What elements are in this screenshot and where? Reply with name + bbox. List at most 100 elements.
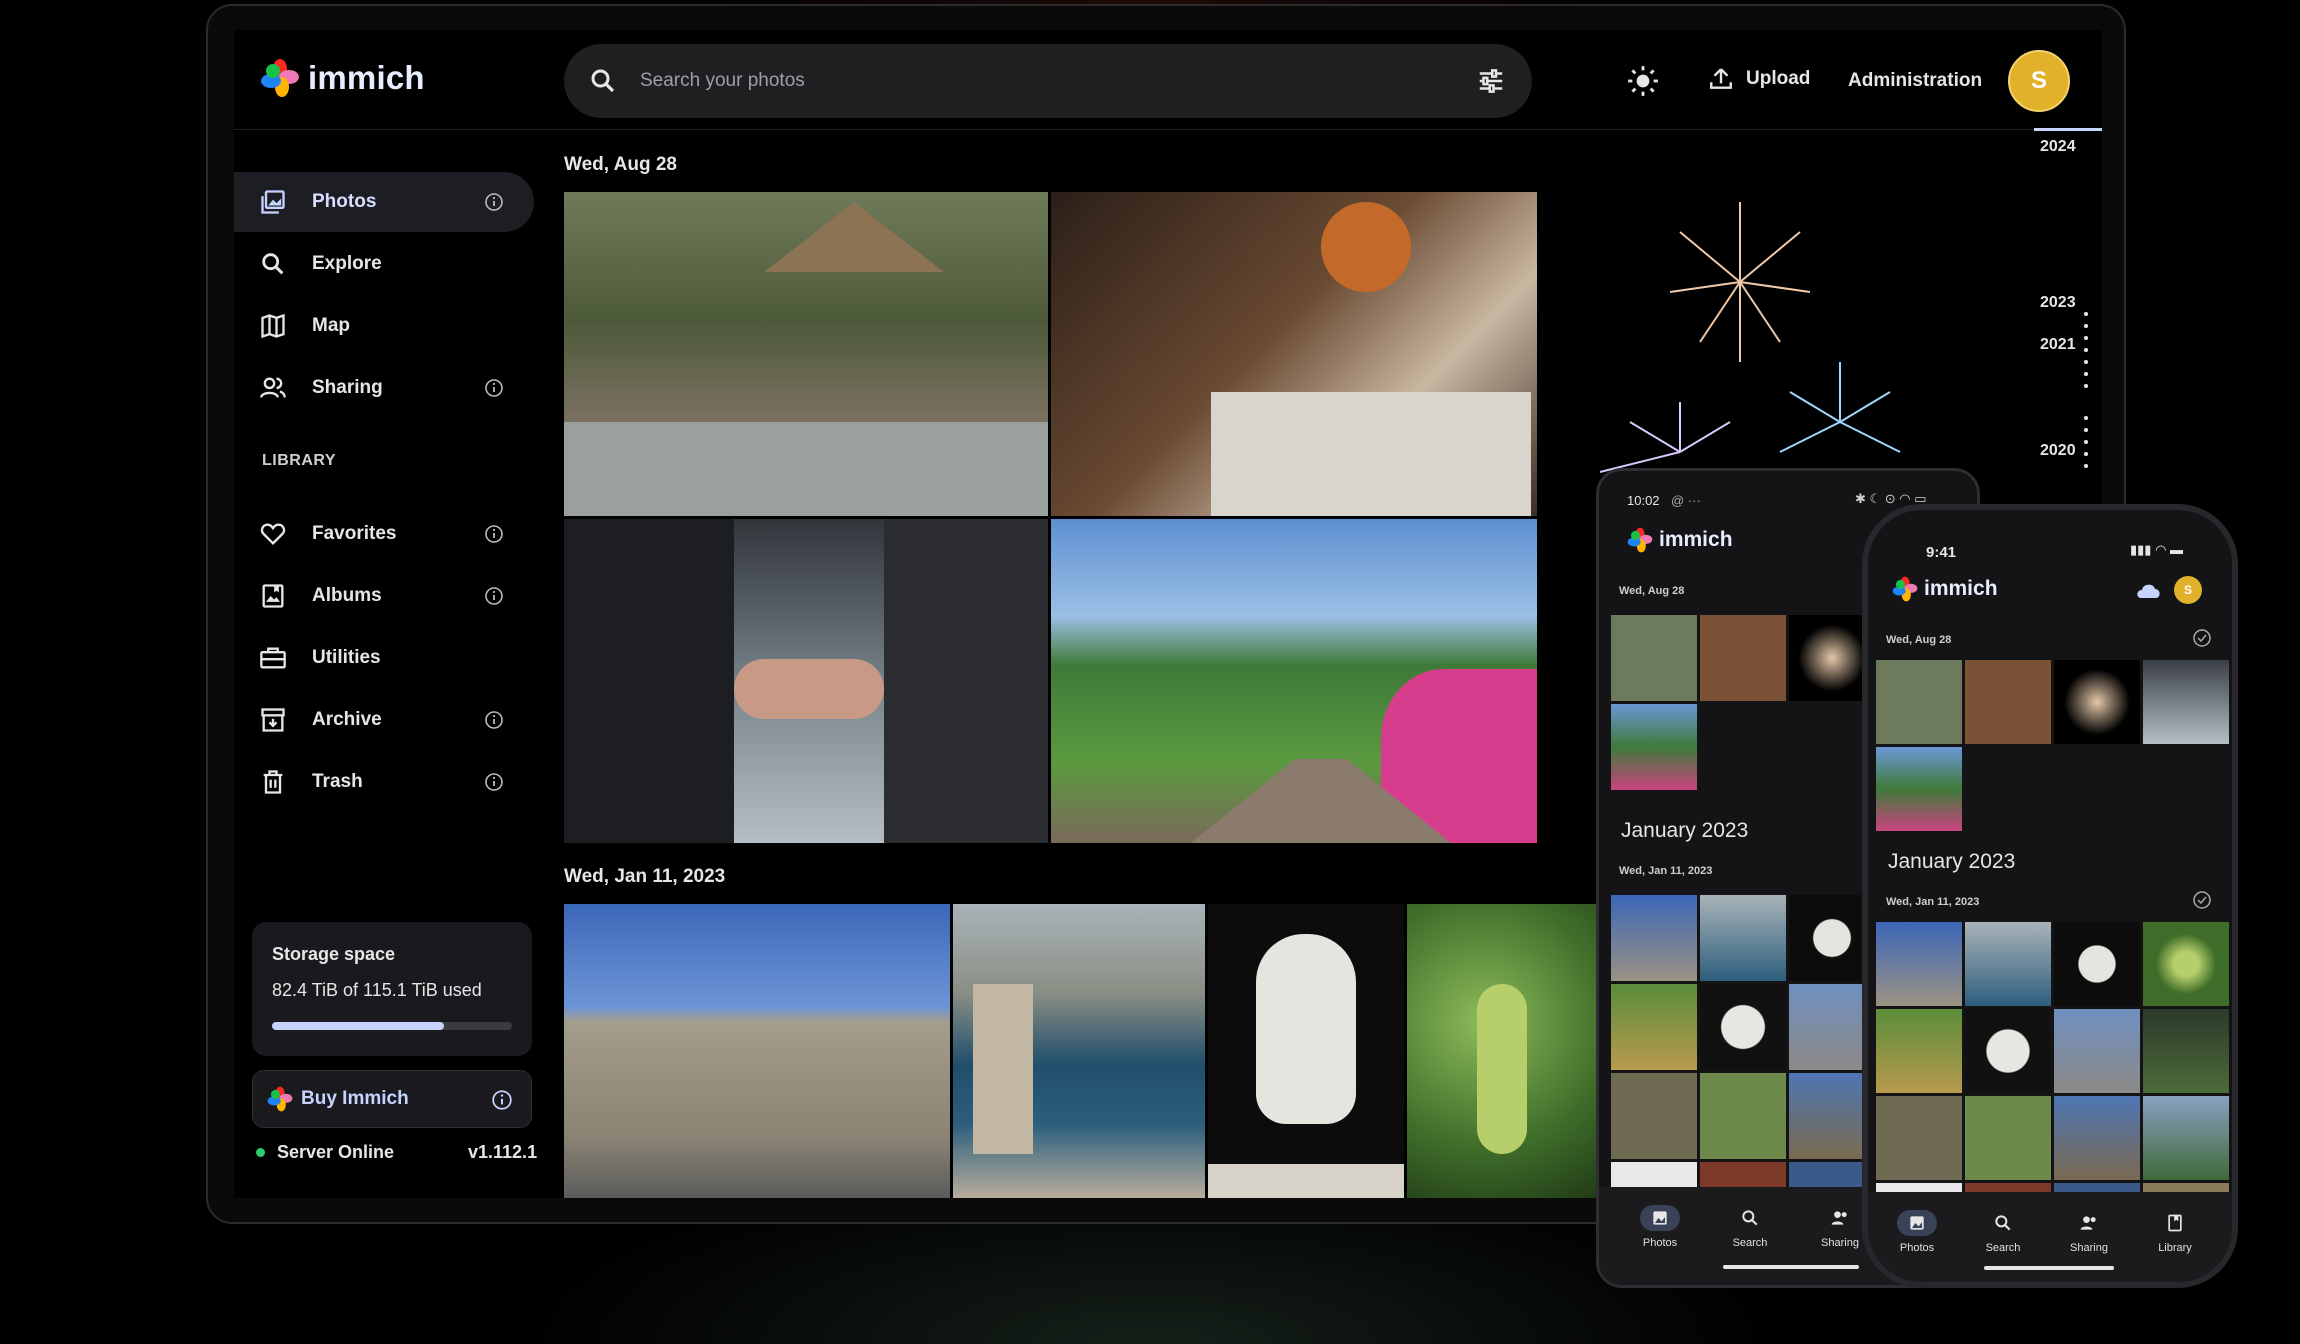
nav-search[interactable]: Search xyxy=(1968,1210,2038,1254)
photo-thumbnail[interactable] xyxy=(1611,895,1697,981)
info-icon[interactable] xyxy=(484,586,504,606)
photo-thumbnail[interactable] xyxy=(1700,984,1786,1070)
scrubber-year[interactable]: 2023 xyxy=(2040,294,2076,312)
info-icon[interactable] xyxy=(484,772,504,792)
photo-thumbnail[interactable] xyxy=(1965,660,2051,744)
sidebar-item-label: Explore xyxy=(312,253,382,274)
server-status-label: Server Online xyxy=(277,1142,395,1162)
photo-thumbnail[interactable] xyxy=(2054,1009,2140,1093)
photo-thumbnail[interactable] xyxy=(2054,660,2140,744)
archive-icon xyxy=(258,705,288,735)
cloud-backup-icon[interactable] xyxy=(2134,578,2164,602)
photo-thumbnail[interactable] xyxy=(1965,1009,2051,1093)
photo-sea-grapes[interactable] xyxy=(1407,904,1597,1198)
scrubber-indicator[interactable] xyxy=(2034,128,2102,131)
app-name: immich xyxy=(1924,577,1998,600)
info-icon[interactable] xyxy=(491,1089,513,1111)
nav-label: Library xyxy=(2158,1242,2192,1254)
nav-search[interactable]: Search xyxy=(1715,1205,1785,1249)
nav-library[interactable]: Library xyxy=(2140,1210,2210,1254)
photo-thumbnail[interactable] xyxy=(1876,660,1962,744)
nav-photos[interactable]: Photos xyxy=(1625,1205,1695,1249)
select-group-icon[interactable] xyxy=(2192,628,2212,648)
theme-toggle-icon[interactable] xyxy=(1626,64,1660,98)
sidebar-item-archive[interactable]: Archive xyxy=(234,690,534,750)
heart-icon xyxy=(258,519,288,549)
photo-thumbnail[interactable] xyxy=(2143,660,2229,744)
sidebar-item-label: Sharing xyxy=(312,377,383,398)
photo-thumbnail[interactable] xyxy=(2054,922,2140,1006)
server-version: v1.112.1 xyxy=(468,1142,538,1162)
date-group-heading: Wed, Aug 28 xyxy=(564,154,677,175)
month-heading: January 2023 xyxy=(1888,850,2016,873)
search-input[interactable] xyxy=(638,69,1442,93)
sidebar-item-favorites[interactable]: Favorites xyxy=(234,504,534,564)
info-icon[interactable] xyxy=(484,192,504,212)
photo-thumbnail[interactable] xyxy=(1876,922,1962,1006)
nav-photos[interactable]: Photos xyxy=(1882,1210,1952,1254)
avatar[interactable]: S xyxy=(2008,50,2070,112)
sidebar-item-explore[interactable]: Explore xyxy=(234,234,534,294)
photo-thumbnail[interactable] xyxy=(1965,1096,2051,1180)
nav-sharing[interactable]: Sharing xyxy=(2054,1210,2124,1254)
photo-thumbnail[interactable] xyxy=(1876,1009,1962,1093)
storage-title: Storage space xyxy=(272,944,396,964)
administration-link[interactable]: Administration xyxy=(1848,70,1982,92)
search-icon xyxy=(1730,1205,1770,1231)
date-group-heading: Wed, Jan 11, 2023 xyxy=(564,866,726,887)
photo-thumbnail[interactable] xyxy=(1700,895,1786,981)
immich-logo-icon xyxy=(1627,527,1653,553)
nav-label: Photos xyxy=(1642,1237,1678,1249)
scrubber-year[interactable]: 2021 xyxy=(2040,336,2076,354)
sidebar-item-map[interactable]: Map xyxy=(234,296,534,356)
sidebar-item-albums[interactable]: Albums xyxy=(234,566,534,626)
sidebar-item-utilities[interactable]: Utilities xyxy=(234,628,534,688)
select-group-icon[interactable] xyxy=(2192,890,2212,910)
photo-thumbnail[interactable] xyxy=(1611,704,1697,790)
scrubber-year[interactable]: 2024 xyxy=(2040,138,2076,156)
search-bar[interactable] xyxy=(564,44,1532,118)
upload-button[interactable]: Upload xyxy=(1708,66,1810,92)
app-logo[interactable]: immich xyxy=(260,58,425,98)
photo-thumbnail[interactable] xyxy=(2143,922,2229,1006)
search-icon xyxy=(591,69,615,93)
sidebar-item-photos[interactable]: Photos xyxy=(234,172,534,232)
sidebar-item-trash[interactable]: Trash xyxy=(234,752,534,812)
info-icon[interactable] xyxy=(484,378,504,398)
photo-thumbnail[interactable] xyxy=(1611,615,1697,701)
date-group-heading: Wed, Jan 11, 2023 xyxy=(1886,896,1980,908)
photo-thumbnail[interactable] xyxy=(1611,984,1697,1070)
photos-icon xyxy=(1897,1210,1937,1236)
photo-fortress-wall[interactable] xyxy=(564,904,950,1198)
photo-coastal-tower[interactable] xyxy=(953,904,1205,1198)
app-logo: immich xyxy=(1892,576,1998,602)
sidebar-item-label: Albums xyxy=(312,585,382,606)
photo-dinner-table[interactable] xyxy=(1051,192,1537,516)
people-icon xyxy=(258,373,288,403)
photo-thumbnail[interactable] xyxy=(1876,1096,1962,1180)
photo-thumbnail[interactable] xyxy=(1700,615,1786,701)
photo-zoo-monkeys[interactable] xyxy=(564,192,1048,516)
buy-immich-button[interactable]: Buy Immich xyxy=(252,1070,532,1128)
avatar[interactable]: S xyxy=(2174,576,2202,604)
tune-icon[interactable] xyxy=(1476,66,1506,96)
ios-phone: 9:41 ▮▮▮ ◠ ▬ immich S Wed, Aug 28 Januar… xyxy=(1862,504,2238,1288)
photo-thumbnail[interactable] xyxy=(1700,1073,1786,1159)
info-icon[interactable] xyxy=(484,710,504,730)
info-icon[interactable] xyxy=(484,524,504,544)
scrubber-year[interactable]: 2020 xyxy=(2040,442,2076,460)
photo-thumbnail[interactable] xyxy=(1876,747,1962,831)
photo-holding-hands[interactable] xyxy=(564,519,1048,843)
photo-marble-bust[interactable] xyxy=(1208,904,1404,1198)
photo-thumbnail[interactable] xyxy=(1611,1073,1697,1159)
photo-thumbnail[interactable] xyxy=(2143,1096,2229,1180)
immich-logo-icon xyxy=(1892,576,1918,602)
sidebar-item-sharing[interactable]: Sharing xyxy=(234,358,534,418)
storage-bar xyxy=(272,1022,512,1030)
photo-thumbnail[interactable] xyxy=(2054,1096,2140,1180)
photo-thumbnail[interactable] xyxy=(1965,922,2051,1006)
month-heading: January 2023 xyxy=(1621,819,1749,842)
photo-thumbnail[interactable] xyxy=(2143,1009,2229,1093)
app-name: immich xyxy=(1659,528,1733,551)
photo-garden-path[interactable] xyxy=(1051,519,1537,843)
